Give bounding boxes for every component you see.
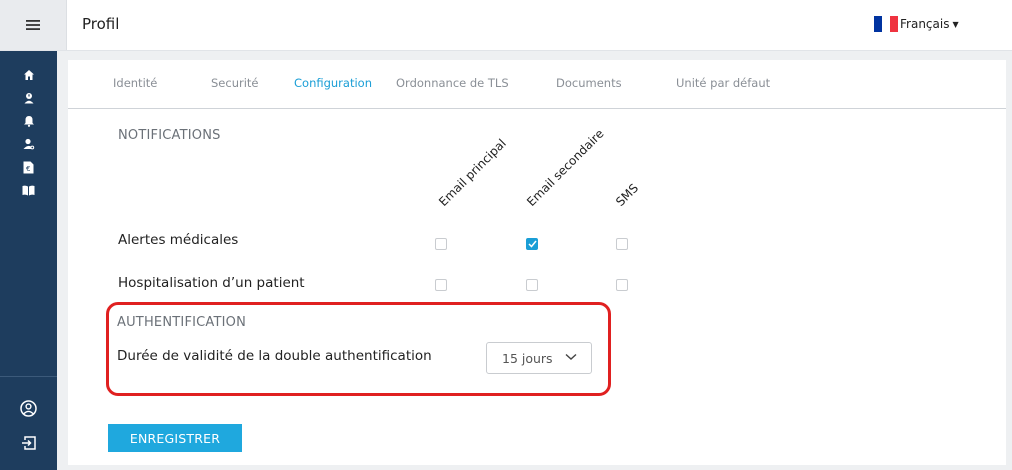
tab-ordonnance-tls[interactable]: Ordonnance de TLS: [396, 76, 509, 90]
sidebar-item-user-search[interactable]: [0, 133, 57, 155]
sidebar-item-account[interactable]: [0, 397, 57, 419]
double-auth-validity-value: 15 jours: [502, 350, 553, 366]
user-search-icon: [23, 138, 34, 150]
sidebar-item-patient-alert[interactable]: [0, 87, 57, 109]
french-flag-icon: [874, 16, 898, 32]
top-bar: Profil Français ▼: [0, 0, 1012, 51]
language-label: Français: [900, 17, 950, 31]
caret-down-icon: ▼: [952, 19, 959, 29]
sidebar-item-logout[interactable]: [0, 432, 57, 454]
sidebar-item-home[interactable]: [0, 64, 57, 86]
column-email-secondaire: Email secondaire: [524, 126, 607, 209]
checkbox-hospitalisation-email-secondaire[interactable]: [526, 279, 538, 291]
sidebar-item-invoices[interactable]: €: [0, 156, 57, 178]
checkbox-alertes-sms[interactable]: [616, 238, 628, 250]
notifications-title: NOTIFICATIONS: [118, 128, 221, 143]
double-auth-validity-label: Durée de validité de la double authentif…: [117, 348, 432, 364]
profile-card: Identité Securité Configuration Ordonnan…: [68, 60, 1006, 465]
row-label-alertes-medicales: Alertes médicales: [118, 232, 239, 248]
tab-securite[interactable]: Securité: [211, 76, 259, 90]
logout-icon: [21, 436, 36, 450]
checkmark-icon: [527, 240, 537, 248]
column-sms: SMS: [613, 181, 642, 209]
row-label-hospitalisation: Hospitalisation d’un patient: [118, 275, 305, 291]
page-title: Profil: [82, 15, 120, 33]
account-circle-icon: [20, 399, 37, 417]
language-selector[interactable]: Français ▼: [874, 16, 959, 32]
chevron-down-icon: [565, 353, 577, 360]
save-button[interactable]: ENREGISTRER: [108, 424, 242, 452]
column-email-principal: Email principal: [436, 136, 509, 209]
invoice-euro-icon: €: [23, 161, 34, 173]
menu-toggle-button[interactable]: [0, 0, 67, 50]
authentication-title: AUTHENTIFICATION: [117, 315, 247, 330]
hamburger-menu-icon: [26, 20, 40, 30]
sidebar-item-notifications[interactable]: [0, 110, 57, 132]
profile-tabs: Identité Securité Configuration Ordonnan…: [68, 60, 1006, 109]
checkbox-hospitalisation-email-principal[interactable]: [435, 279, 447, 291]
sidebar-item-library[interactable]: [0, 179, 57, 201]
book-icon: [22, 185, 35, 195]
checkbox-alertes-email-secondaire[interactable]: [526, 238, 538, 250]
tab-configuration[interactable]: Configuration: [294, 76, 372, 90]
sidebar: €: [0, 51, 57, 470]
home-icon: [23, 70, 34, 80]
tab-identite[interactable]: Identité: [113, 76, 157, 90]
tab-unite-par-defaut[interactable]: Unité par défaut: [676, 76, 770, 90]
sidebar-divider: [0, 376, 57, 377]
bell-icon: [23, 116, 34, 127]
checkbox-hospitalisation-sms[interactable]: [616, 279, 628, 291]
double-auth-validity-select[interactable]: 15 jours: [486, 342, 592, 374]
patient-alert-icon: [24, 93, 33, 104]
checkbox-alertes-email-principal[interactable]: [435, 238, 447, 250]
tab-documents[interactable]: Documents: [556, 76, 622, 90]
svg-text:€: €: [26, 165, 30, 173]
